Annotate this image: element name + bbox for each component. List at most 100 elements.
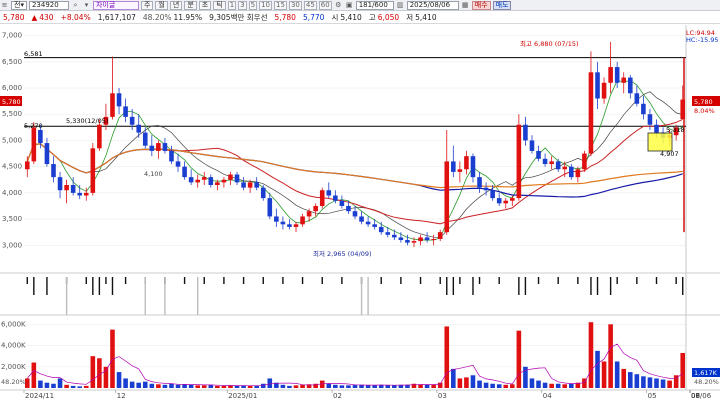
turnover-percent: 48.20% xyxy=(142,12,172,22)
search-icon[interactable]: ⌕ xyxy=(71,1,80,10)
change-arrow: ▲ xyxy=(31,12,38,22)
candle-body xyxy=(38,129,43,144)
count-field[interactable]: 181/600 xyxy=(355,0,394,10)
minute-button-45[interactable]: 45 xyxy=(303,0,317,10)
minute-button-5[interactable]: 5 xyxy=(248,0,258,10)
candle-body xyxy=(510,198,515,201)
candle-body xyxy=(575,169,581,178)
period-button-minute[interactable]: 분 xyxy=(184,0,197,10)
volume-bar xyxy=(247,385,253,388)
stock-name-field[interactable]: 자이글 xyxy=(92,0,139,10)
menu-icon[interactable]: ≡ xyxy=(0,1,9,10)
candle-body xyxy=(267,198,273,217)
buy-button[interactable]: 매수 xyxy=(471,0,491,10)
volume-bar xyxy=(326,383,332,388)
indicator-bar xyxy=(282,277,284,284)
volume-bar xyxy=(31,362,37,388)
code-mode-select[interactable]: 전 ▾ xyxy=(11,0,27,10)
candle-body xyxy=(346,205,351,212)
minute-button-30[interactable]: 30 xyxy=(288,0,302,10)
volume-bar xyxy=(254,385,259,388)
change-value: 430 xyxy=(39,12,54,22)
indicator-bar xyxy=(478,277,481,284)
candle-body xyxy=(136,124,141,133)
minute-button-10[interactable]: 10 xyxy=(259,0,273,10)
volume-bar xyxy=(385,385,391,388)
selection-box[interactable] xyxy=(647,132,673,152)
period-button-year[interactable]: 년 xyxy=(169,0,183,10)
indicator-bar xyxy=(321,277,323,284)
price-tick-label: 3,500 xyxy=(2,215,22,223)
volume-bar xyxy=(608,324,613,388)
indicator-bar xyxy=(682,277,684,295)
date-field[interactable]: 2025/08/06 xyxy=(406,0,459,10)
stock-chart[interactable]: 7,000 6,500 6,000 5,500 5,000 4,500 4,000 3,500… xyxy=(0,25,720,404)
indicator-bar xyxy=(242,277,245,284)
volume-bar xyxy=(451,368,456,388)
candle-body xyxy=(555,161,561,170)
candle-body xyxy=(31,127,37,162)
period-button-week[interactable]: 주 xyxy=(140,0,154,10)
period-button-second[interactable]: 초 xyxy=(198,0,212,10)
right-vol-tag: 1,617K xyxy=(694,369,718,377)
candle-body xyxy=(365,221,371,225)
minute-button-1[interactable]: 1 xyxy=(227,0,237,10)
ratio-value: 11.95% xyxy=(173,12,203,22)
volume-bar xyxy=(627,372,633,388)
volume-bar xyxy=(195,385,200,388)
candle-body xyxy=(175,161,181,167)
indicator-bar xyxy=(223,277,225,284)
date-tick-label: 05 xyxy=(648,392,657,400)
volume-bar xyxy=(470,375,476,388)
candle-body xyxy=(169,150,174,162)
candle-body xyxy=(431,238,436,241)
date-value: 2025/08/06 xyxy=(409,0,451,9)
volume-bar xyxy=(516,330,522,388)
candle-body xyxy=(77,192,83,196)
price-tick-label: 5,000 xyxy=(2,136,22,144)
volume-bar xyxy=(477,380,482,388)
low-note: 최저 2,965 (04/09) xyxy=(313,249,372,258)
minute-button-60[interactable]: 60 xyxy=(318,0,332,10)
ask-price: 5,780 xyxy=(274,12,296,22)
volume-bar xyxy=(156,384,161,388)
volume-bar xyxy=(333,384,338,388)
indicator-bar xyxy=(301,277,304,284)
calendar-icon[interactable]: ▦ xyxy=(461,1,470,10)
period-button-tick[interactable]: 틱 xyxy=(213,0,226,10)
volume-bar xyxy=(647,377,653,388)
mid-note: 4,100 xyxy=(144,170,163,178)
stock-code-input[interactable]: 234920 xyxy=(28,0,69,10)
candle-body xyxy=(424,237,430,241)
period-button-month[interactable]: 월 xyxy=(155,0,168,10)
sell-button[interactable]: 매도 xyxy=(492,0,512,10)
candle-body xyxy=(97,124,102,149)
minute-button-15[interactable]: 15 xyxy=(274,0,287,10)
current-price: 5,780 xyxy=(3,12,25,22)
minute-button-3[interactable]: 3 xyxy=(238,0,247,10)
stock-code-value: 234920 xyxy=(31,0,59,9)
volume-bar xyxy=(536,380,541,388)
right-price-tag: 5,780 xyxy=(694,98,713,106)
indicator-bar xyxy=(105,277,107,284)
chevron-down-icon[interactable]: ▾ xyxy=(82,1,91,10)
date-tick-label: 2024/11 xyxy=(25,392,54,400)
candle-body xyxy=(123,106,128,117)
candle-body xyxy=(562,166,568,170)
settings-icon[interactable]: ⚙ xyxy=(334,1,343,10)
lock-icon[interactable]: ▣ xyxy=(345,1,354,10)
volume-bar xyxy=(38,380,43,388)
candle-body xyxy=(601,82,607,99)
volume-tick-label: 2,000K xyxy=(1,363,26,371)
volume-tick-label: 6,000K xyxy=(1,320,26,328)
candle-body xyxy=(208,177,214,185)
indicator-bar xyxy=(537,277,540,284)
volume-bar xyxy=(44,382,50,388)
indicator-bar xyxy=(655,277,658,284)
volume-bar xyxy=(215,385,220,388)
candle-body xyxy=(464,156,469,170)
candle-body xyxy=(398,237,404,241)
indicator-bar xyxy=(609,277,612,295)
low-price: 5,410 xyxy=(415,12,437,22)
chart-type-icon[interactable]: ▥ xyxy=(396,1,405,10)
